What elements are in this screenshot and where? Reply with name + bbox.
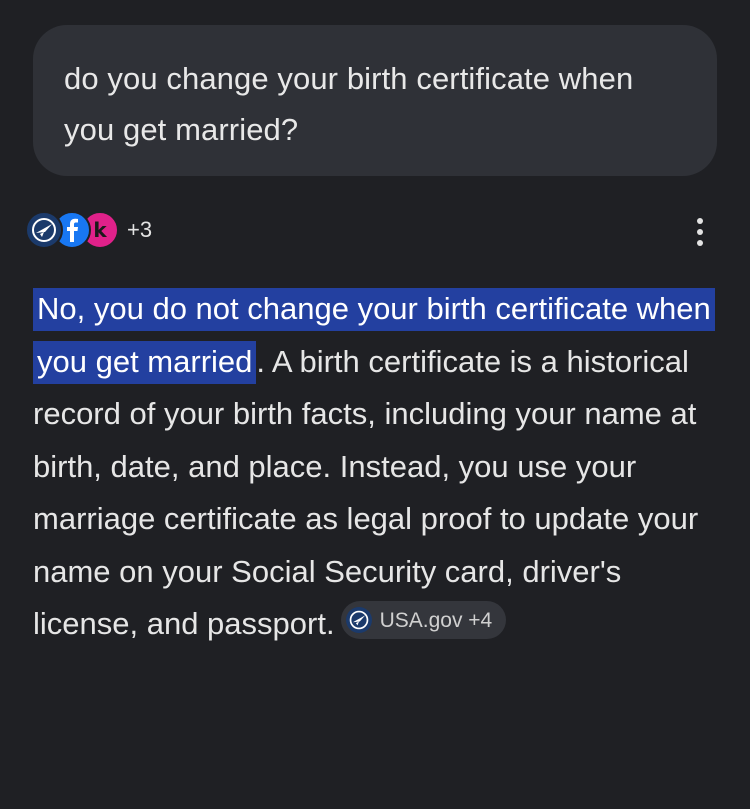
user-query-bubble: do you change your birth certificate whe… xyxy=(33,25,717,176)
usa-gov-icon xyxy=(25,211,63,249)
answer-body-text: . A birth certificate is a historical re… xyxy=(33,343,699,642)
sources-favicon-group[interactable]: k +3 xyxy=(25,208,152,252)
user-query-text: do you change your birth certificate whe… xyxy=(64,61,634,147)
menu-dot xyxy=(697,229,703,235)
citation-chip[interactable]: USA.gov +4 xyxy=(340,601,507,639)
menu-dot xyxy=(697,240,703,246)
usa-gov-icon xyxy=(345,607,372,633)
more-options-icon[interactable] xyxy=(688,216,712,248)
k-logo-letter: k xyxy=(93,218,107,242)
menu-dot xyxy=(697,218,703,224)
answer-text: No, you do not change your birth certifi… xyxy=(33,283,723,651)
citation-label: USA.gov +4 xyxy=(379,608,493,632)
more-sources-count[interactable]: +3 xyxy=(127,217,152,243)
